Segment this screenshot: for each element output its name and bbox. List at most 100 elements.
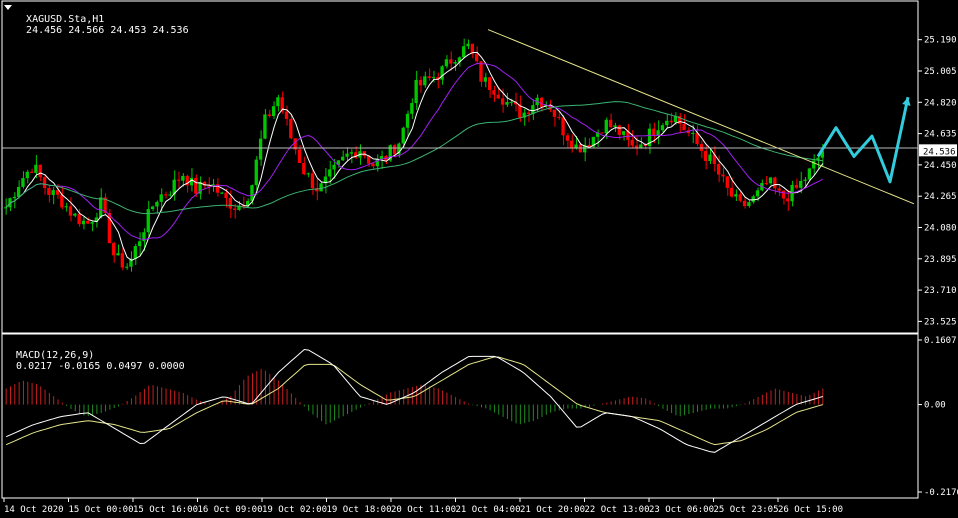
candle-body (228, 198, 233, 209)
candle-body (29, 171, 34, 173)
candle-body (660, 125, 665, 131)
macd-y-tick-label: -0.2176 (924, 488, 958, 498)
candle-body (695, 132, 699, 145)
x-tick-label: 25 Oct 23:05 (714, 505, 779, 515)
x-tick-label: 19 Oct 18:00 (327, 505, 392, 515)
macd-main-line (5, 348, 823, 453)
candle-body (704, 151, 708, 162)
y-tick-label: 24.820 (924, 98, 957, 108)
macd-y-tick-label: 0.1607 (924, 336, 957, 346)
candle-body (90, 221, 94, 224)
ma-slow-line (5, 101, 823, 215)
candle-body (565, 135, 570, 141)
candle-body (224, 192, 228, 199)
resistance-trendline (487, 29, 915, 205)
x-tick-label: 21 Oct 04:00 (456, 505, 521, 515)
candle-body (16, 186, 21, 197)
candle-body (276, 97, 280, 107)
y-tick-label: 25.190 (924, 36, 957, 46)
y-tick-label: 24.450 (924, 161, 957, 171)
candle-body (449, 59, 453, 64)
x-tick-label: 14 Oct 2020 (4, 505, 64, 515)
candle-body (734, 194, 738, 197)
candle-body (233, 208, 237, 210)
candle-body (47, 187, 51, 196)
candle-body (474, 53, 479, 62)
candle-body (427, 76, 431, 79)
candle-body (155, 201, 159, 207)
x-tick-label: 22 Oct 13:00 (585, 505, 650, 515)
y-tick-label: 24.080 (924, 223, 957, 233)
candle-body (302, 162, 306, 175)
candle-body (505, 102, 509, 105)
candle-body (483, 77, 487, 82)
candle-body (721, 174, 725, 177)
candle-body (401, 127, 405, 144)
candle-body (747, 202, 751, 207)
candle-body (665, 120, 669, 126)
candle-body (418, 79, 423, 86)
candle-body (656, 130, 660, 136)
candle-body (392, 145, 397, 155)
candle-body (332, 164, 336, 170)
candle-body (742, 200, 747, 207)
candle-body (803, 179, 807, 181)
current-price-label: 24.536 (923, 147, 956, 157)
macd-histogram (5, 369, 824, 425)
candle-body (570, 140, 574, 149)
candle-body (500, 98, 505, 105)
candle-body (496, 94, 500, 99)
candle-body (738, 194, 742, 201)
candle-body (587, 144, 591, 147)
candle-body (799, 180, 803, 188)
candle-body (777, 188, 781, 191)
candle-body (112, 243, 116, 256)
candle-body (150, 206, 155, 210)
candle-body (25, 171, 29, 179)
candle-body (613, 125, 617, 128)
candle-body (168, 194, 172, 196)
candle-body (64, 206, 68, 208)
candle-body (431, 77, 436, 79)
candle-body (345, 153, 349, 157)
price-chart[interactable]: 25.190 25.005 24.820 24.635 24.450 24.265 24.0… (0, 0, 958, 518)
candle-body (181, 175, 185, 181)
candle-body (51, 190, 55, 196)
candle-body (271, 106, 276, 116)
candle-body (617, 125, 621, 135)
candle-body (34, 164, 38, 173)
x-tick-label: 20 Oct 11:00 (391, 505, 456, 515)
x-tick-label: 26 Oct 15:00 (778, 505, 843, 515)
candle-body (159, 194, 163, 202)
candle-body (781, 190, 786, 199)
candle-body (708, 154, 712, 162)
candle-body (669, 120, 673, 123)
candle-body (362, 151, 366, 157)
macd-y-tick-label: 0.00 (924, 401, 946, 411)
x-tick-label: 15 Oct 00:00 (69, 505, 134, 515)
candle-body (42, 177, 47, 188)
candle-body (77, 213, 81, 225)
candle-body (807, 168, 812, 180)
candle-body (289, 118, 293, 139)
candle-body (725, 176, 729, 188)
candle-body (691, 132, 695, 134)
candle-body (263, 114, 267, 139)
candle-body (755, 190, 760, 197)
x-tick-label: 15 Oct 16:00 (133, 505, 198, 515)
candle-body (55, 190, 60, 195)
candle-body (453, 62, 457, 64)
candle-body (250, 185, 254, 201)
candle-body (124, 266, 129, 268)
x-tick-label: 21 Oct 20:00 (520, 505, 585, 515)
candle-body (652, 128, 656, 136)
candle-body (99, 197, 103, 218)
candle-body (38, 164, 42, 178)
candle-body (133, 246, 137, 259)
candle-body (492, 90, 496, 95)
candle-body (86, 220, 90, 224)
candle-body (440, 66, 444, 80)
x-tick-label: 16 Oct 09:00 (198, 505, 263, 515)
candle-body (621, 131, 626, 135)
candle-body (716, 164, 721, 175)
